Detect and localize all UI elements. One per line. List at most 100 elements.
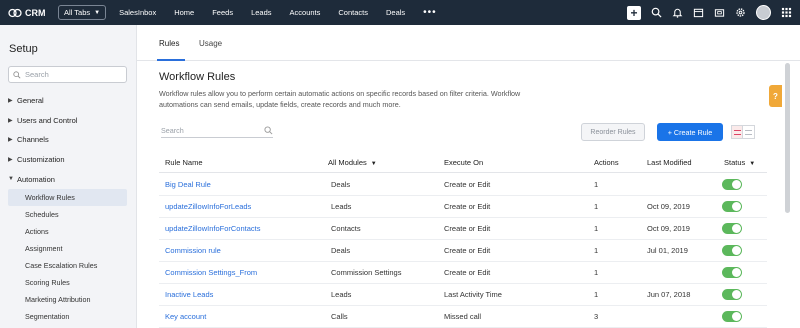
rule-actions-count: 3	[594, 312, 599, 321]
table-row[interactable]: updateZillowInfoForContacts Contacts Cre…	[159, 218, 767, 240]
gear-icon[interactable]	[735, 7, 746, 18]
rule-execute-on: Create or Edit	[444, 202, 491, 211]
rules-search-input[interactable]: Search	[161, 124, 273, 138]
rule-actions-count: 1	[594, 224, 599, 233]
rule-name-link[interactable]: Commission Settings_From	[165, 268, 257, 277]
table-row[interactable]: Commission Settings_From Commission Sett…	[159, 262, 767, 284]
page-description: Workflow rules allow you to perform cert…	[159, 89, 521, 109]
apps-grid-icon[interactable]	[781, 7, 792, 18]
sidebar-category-users-and-control[interactable]: ▶ Users and Control	[0, 111, 136, 131]
all-tabs-dropdown[interactable]: All Tabs ▼	[58, 5, 107, 20]
all-tabs-label: All Tabs	[64, 8, 91, 17]
sidebar-category-channels[interactable]: ▶ Channels	[0, 130, 136, 150]
rule-last-modified: Jul 01, 2019	[647, 246, 688, 255]
sidebar-item-scoring-rules[interactable]: Scoring Rules	[0, 274, 136, 291]
table-row[interactable]: Big Deal Rule Deals Create or Edit 1	[159, 174, 767, 196]
rule-last-modified: Jun 07, 2018	[647, 290, 691, 299]
status-toggle[interactable]	[722, 311, 742, 322]
status-toggle[interactable]	[722, 267, 742, 278]
sidebar-category-label: General	[17, 96, 44, 106]
page-title: Workflow Rules	[159, 71, 236, 83]
rule-execute-on: Create or Edit	[444, 268, 491, 277]
col-actions: Actions	[594, 158, 619, 167]
col-rule-name: Rule Name	[165, 158, 203, 167]
sidebar-category-label: Channels	[17, 135, 49, 145]
chevron-down-icon: ▼	[8, 176, 14, 183]
sidebar-item-case-escalation-rules[interactable]: Case Escalation Rules	[0, 257, 136, 274]
table-row[interactable]: updateZillowInfoForLeads Leads Create or…	[159, 196, 767, 218]
rule-module: Leads	[331, 290, 352, 299]
sidebar-category-automation[interactable]: ▼ Automation	[0, 169, 136, 189]
sidebar-search-input[interactable]: Search	[8, 66, 127, 83]
reorder-rules-button[interactable]: Reorder Rules	[581, 123, 645, 141]
sidebar-item-segmentation[interactable]: Segmentation	[0, 308, 136, 325]
module-tabs: SalesInbox Home Feeds Leads Accounts Con…	[119, 7, 455, 18]
sidebar-category-customization[interactable]: ▶ Customization	[0, 150, 136, 170]
status-toggle[interactable]	[722, 201, 742, 212]
sidebar-item-assignment[interactable]: Assignment	[0, 240, 136, 257]
status-toggle[interactable]	[722, 289, 742, 300]
sidebar-category-label: Customization	[17, 155, 65, 165]
plus-icon[interactable]: +	[627, 5, 641, 20]
status-toggle[interactable]	[722, 223, 742, 234]
nav-deals[interactable]: Deals	[386, 8, 405, 17]
rule-actions-count: 1	[594, 290, 599, 299]
table-row[interactable]: Inactive Leads Leads Last Activity Time …	[159, 284, 767, 306]
avatar[interactable]	[756, 5, 771, 20]
mail-icon[interactable]	[714, 7, 725, 18]
create-rule-button[interactable]: + Create Rule	[657, 123, 723, 141]
brand-name: CRM	[25, 7, 46, 18]
tab-rules[interactable]: Rules	[159, 39, 179, 48]
rule-name-link[interactable]: Big Deal Rule	[165, 180, 211, 189]
sidebar-item-actions[interactable]: Actions	[0, 223, 136, 240]
main-content: Rules Usage Workflow Rules Workflow rule…	[137, 25, 800, 328]
rule-execute-on: Last Activity Time	[444, 290, 502, 299]
col-module-filter[interactable]: All Modules ▼	[328, 158, 377, 167]
table-row[interactable]: Commission rule Deals Create or Edit 1 J…	[159, 240, 767, 262]
rule-module: Deals	[331, 246, 351, 255]
sidebar-item-marketing-attribution[interactable]: Marketing Attribution	[0, 291, 136, 308]
bell-icon[interactable]	[672, 7, 683, 18]
chevron-right-icon: ▶	[8, 98, 13, 105]
rule-name-link[interactable]: Commission rule	[165, 246, 221, 255]
rule-name-link[interactable]: updateZillowInfoForContacts	[165, 224, 260, 233]
calendar-icon[interactable]	[693, 7, 704, 18]
search-icon[interactable]	[651, 7, 662, 18]
table-row[interactable]: Key account Calls Missed call 3	[159, 306, 767, 328]
nav-accounts[interactable]: Accounts	[290, 8, 321, 17]
rule-name-link[interactable]: Inactive Leads	[165, 290, 213, 299]
help-icon[interactable]: ?	[769, 85, 782, 107]
rule-actions-count: 1	[594, 268, 599, 277]
rule-execute-on: Create or Edit	[444, 224, 491, 233]
tab-usage[interactable]: Usage	[199, 39, 222, 48]
list-view-icon[interactable]	[731, 125, 743, 139]
crm-logo[interactable]: CRM	[8, 8, 56, 18]
nav-leads[interactable]: Leads	[251, 8, 271, 17]
vertical-scrollbar[interactable]	[785, 63, 790, 213]
sidebar-title: Setup	[9, 43, 38, 55]
col-status-label: Status	[724, 158, 746, 167]
rule-module: Calls	[331, 312, 348, 321]
rule-name-link[interactable]: updateZillowInfoForLeads	[165, 202, 251, 211]
sidebar-item-schedules[interactable]: Schedules	[0, 206, 136, 223]
sidebar-category-general[interactable]: ▶ General	[0, 91, 136, 111]
nav-contacts[interactable]: Contacts	[338, 8, 368, 17]
status-toggle[interactable]	[722, 179, 742, 190]
nav-feeds[interactable]: Feeds	[212, 8, 233, 17]
chevron-down-icon: ▼	[370, 161, 377, 167]
search-icon	[13, 70, 21, 78]
chevron-right-icon: ▶	[8, 137, 13, 144]
rule-actions-count: 1	[594, 180, 599, 189]
rule-actions-count: 1	[594, 246, 599, 255]
col-status[interactable]: Status ▼	[724, 158, 755, 167]
status-toggle[interactable]	[722, 245, 742, 256]
active-tab-indicator	[157, 59, 185, 61]
nav-salesinbox[interactable]: SalesInbox	[119, 8, 156, 17]
rule-name-link[interactable]: Key account	[165, 312, 206, 321]
grid-view-icon[interactable]	[743, 125, 755, 139]
nav-home[interactable]: Home	[174, 8, 194, 17]
sidebar-item-workflow-rules[interactable]: Workflow Rules	[8, 188, 127, 206]
sidebar-category-label: Automation	[17, 174, 55, 184]
sidebar-category-label: Users and Control	[17, 115, 78, 125]
more-tabs-icon[interactable]: •••	[423, 7, 437, 18]
